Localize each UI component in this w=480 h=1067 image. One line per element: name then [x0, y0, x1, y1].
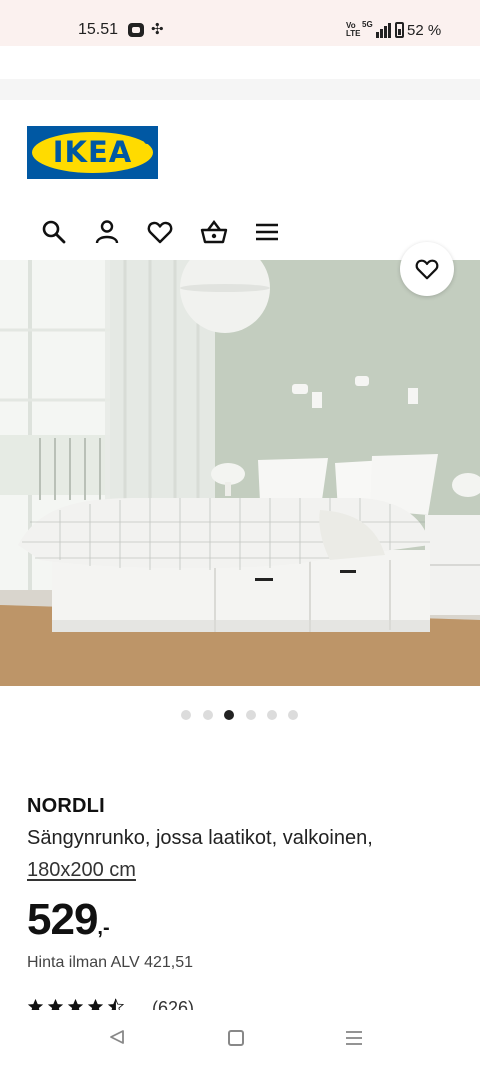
heart-icon [415, 259, 439, 280]
signal-icon [362, 22, 392, 38]
product-price: 529,- [27, 895, 110, 945]
logo-text: IKEA [52, 135, 133, 169]
carousel-dot[interactable] [203, 710, 213, 720]
half-star-icon [107, 998, 124, 1010]
basket-icon[interactable] [200, 218, 228, 246]
star-icon [67, 998, 84, 1010]
product-image[interactable] [0, 260, 480, 686]
fan-icon: ✣ [151, 21, 164, 38]
back-icon[interactable] [109, 1029, 125, 1045]
carousel-dot[interactable] [246, 710, 256, 720]
product-name: NORDLI [27, 795, 105, 817]
search-icon[interactable] [40, 218, 68, 246]
carousel-dot[interactable] [181, 710, 191, 720]
price-excl-vat: Hinta ilman ALV 421,51 [27, 954, 194, 971]
system-nav-bar [0, 1010, 480, 1067]
menu-icon[interactable] [253, 218, 281, 246]
star-icon [27, 998, 44, 1010]
ikea-logo[interactable]: IKEA [27, 126, 158, 179]
rating-count: (626) [152, 998, 195, 1010]
price-value: 529 [27, 895, 98, 944]
add-to-favourites-button[interactable] [400, 242, 454, 296]
header-divider [0, 79, 480, 100]
home-icon[interactable] [228, 1030, 244, 1046]
status-time: 15.51 [78, 21, 119, 38]
carousel-dot[interactable] [288, 710, 298, 720]
volte-icon: Vo LTE [346, 21, 361, 38]
star-icon [87, 998, 104, 1010]
account-icon[interactable] [93, 218, 121, 246]
product-size-link[interactable]: 180x200 cm [27, 859, 136, 882]
price-suffix: ,- [97, 917, 110, 939]
vpn-icon [128, 23, 144, 37]
carousel-dot[interactable] [267, 710, 277, 720]
registered-mark-icon [144, 138, 150, 144]
recents-icon[interactable] [346, 1030, 362, 1046]
heart-icon[interactable] [146, 218, 174, 246]
status-bar: 15.51 ✣ Vo LTE 5G 52 % [0, 0, 480, 46]
battery-percent: 52 % [407, 22, 442, 39]
product-description: Sängynrunko, jossa laatikot, valkoinen, [27, 827, 373, 849]
battery-icon [395, 22, 404, 38]
star-icon [47, 998, 64, 1010]
carousel-dot-active[interactable] [224, 710, 234, 720]
product-rating[interactable]: (626) [27, 996, 227, 1010]
